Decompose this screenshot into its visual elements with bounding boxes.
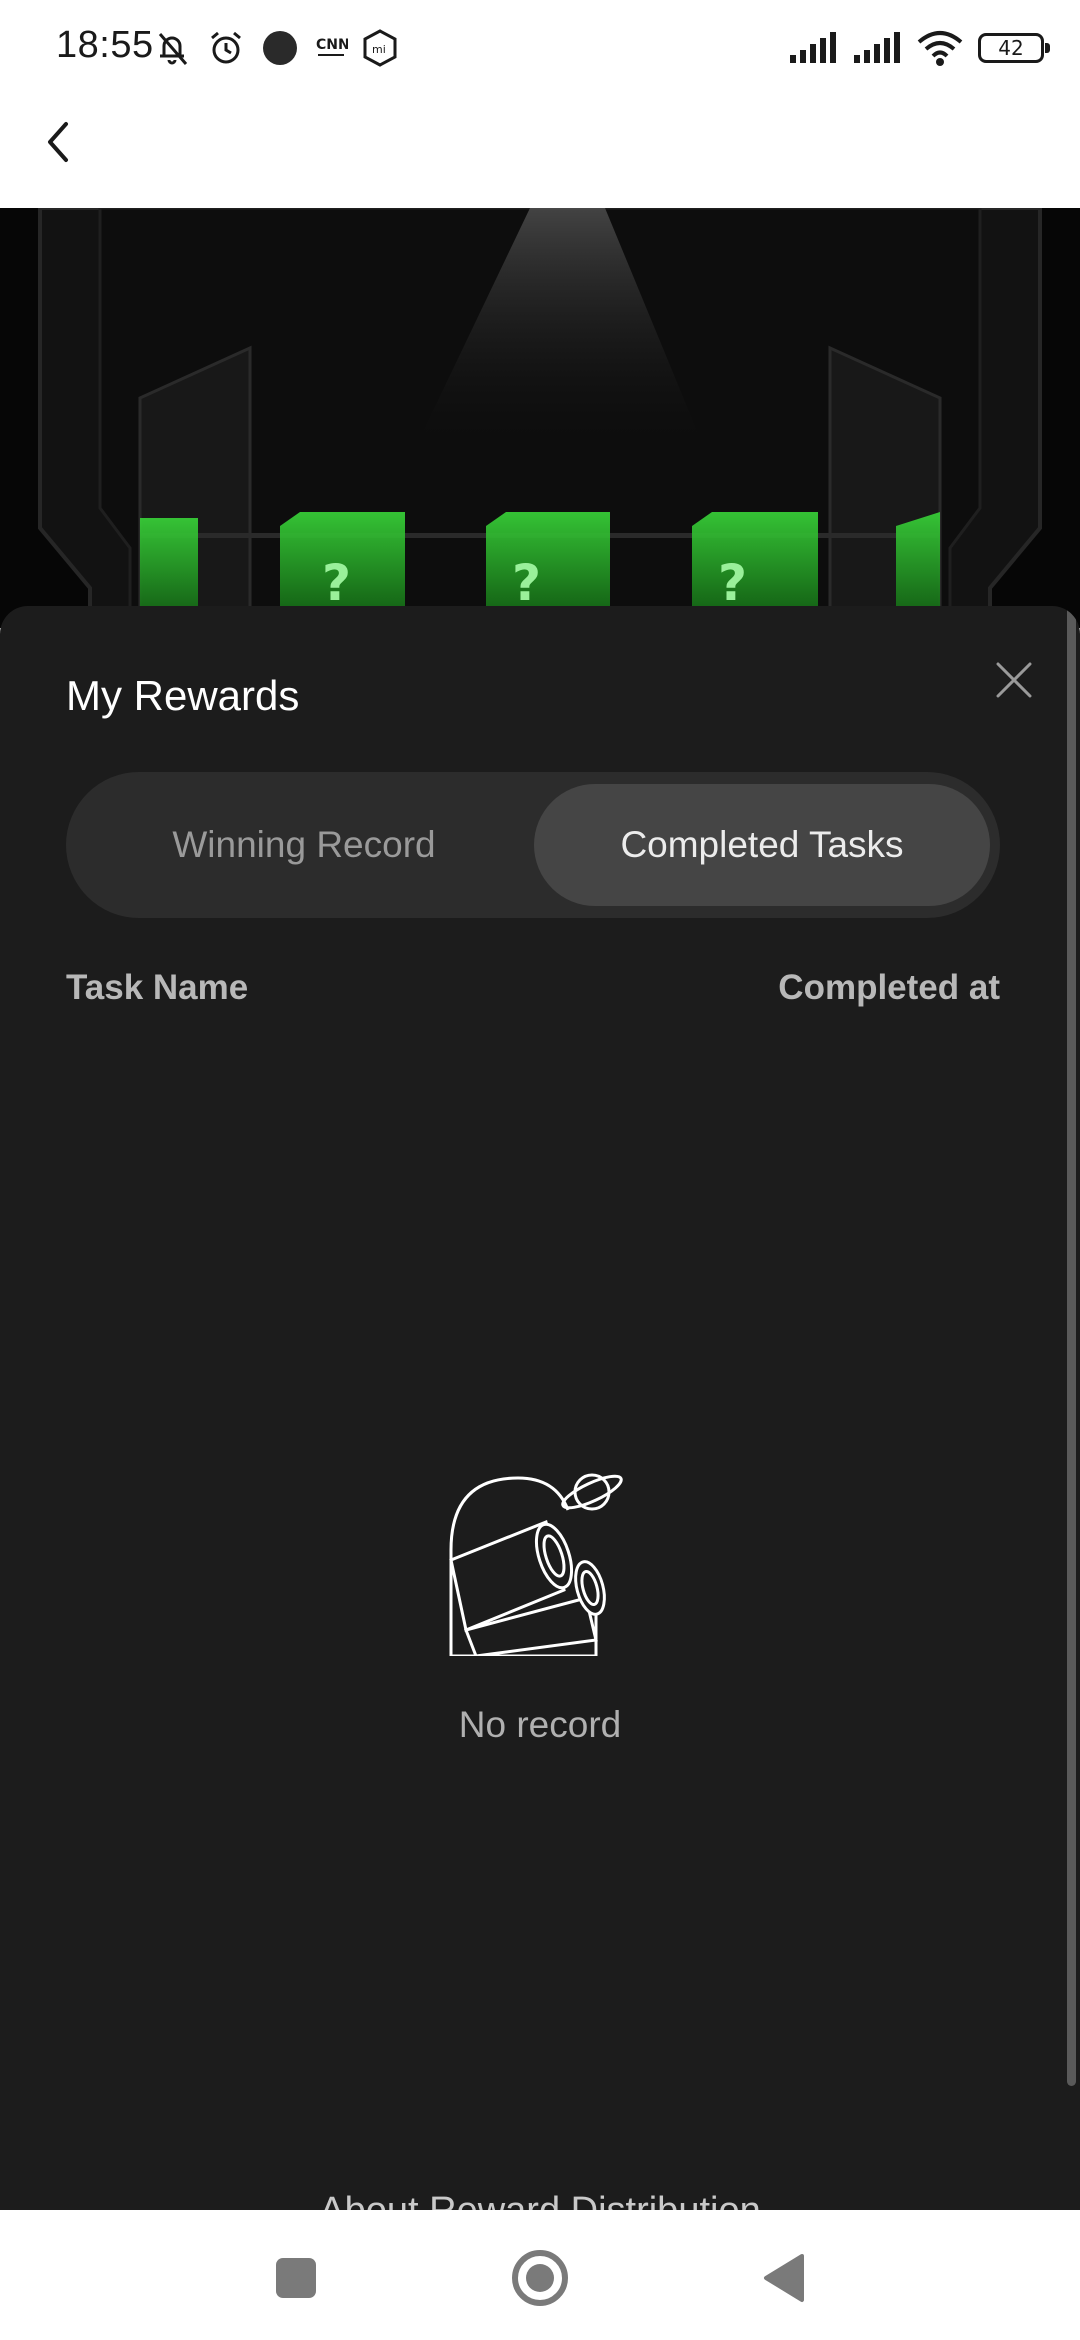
back-triangle-icon — [764, 2254, 804, 2302]
svg-text:?: ? — [512, 554, 541, 612]
svg-text:mi: mi — [372, 43, 386, 56]
system-nav-bar — [0, 2210, 1080, 2340]
chevron-left-icon — [48, 122, 68, 162]
column-header-completed-at: Completed at — [778, 968, 1000, 1007]
hero-illustration: ? ? ? — [0, 208, 1080, 628]
close-icon — [996, 662, 1032, 698]
scrollbar[interactable] — [1067, 606, 1076, 2086]
svg-text:?: ? — [718, 554, 747, 612]
recents-button[interactable] — [256, 2238, 336, 2318]
recents-square-icon — [276, 2258, 316, 2298]
status-bar: 18:55 CNN mi 42 — [0, 0, 1080, 96]
svg-text:CNN: CNN — [316, 37, 348, 53]
tab-winning-record[interactable]: Winning Record — [74, 784, 534, 906]
signal-icon — [790, 32, 836, 63]
bell-off-icon — [158, 33, 188, 65]
cnn-indonesia-icon: CNN — [316, 37, 348, 56]
about-reward-distribution-link[interactable]: About Reward Distribution — [0, 2190, 1080, 2210]
nav-back-button[interactable] — [744, 2238, 824, 2318]
status-icons-left: CNN mi — [152, 24, 398, 72]
alarm-icon — [211, 31, 241, 64]
sheet-title: My Rewards — [66, 672, 300, 719]
header — [0, 96, 1080, 208]
column-header-task-name: Task Name — [66, 968, 249, 1007]
status-icons-right: 42 — [788, 24, 1050, 72]
hero-banner: ? ? ? — [0, 208, 1080, 628]
rewards-sheet: My Rewards Winning Record Completed Task… — [0, 606, 1080, 2210]
signal-icon — [854, 32, 900, 63]
binoculars-planet-icon — [449, 1473, 623, 1656]
close-button[interactable] — [986, 652, 1042, 708]
tab-completed-tasks[interactable]: Completed Tasks — [534, 784, 990, 906]
mi-icon: mi — [363, 29, 397, 67]
home-circle-icon — [512, 2250, 568, 2306]
dot-icon — [263, 31, 297, 65]
wifi-icon — [917, 31, 963, 66]
svg-text:?: ? — [322, 554, 351, 612]
back-button[interactable] — [30, 114, 86, 170]
empty-state-text: No record — [458, 1704, 622, 1745]
battery-icon: 42 — [978, 33, 1050, 63]
tabs: Winning Record Completed Tasks — [66, 772, 1000, 918]
status-time: 18:55 — [56, 24, 154, 66]
battery-level: 42 — [998, 36, 1024, 60]
home-button[interactable] — [500, 2238, 580, 2318]
